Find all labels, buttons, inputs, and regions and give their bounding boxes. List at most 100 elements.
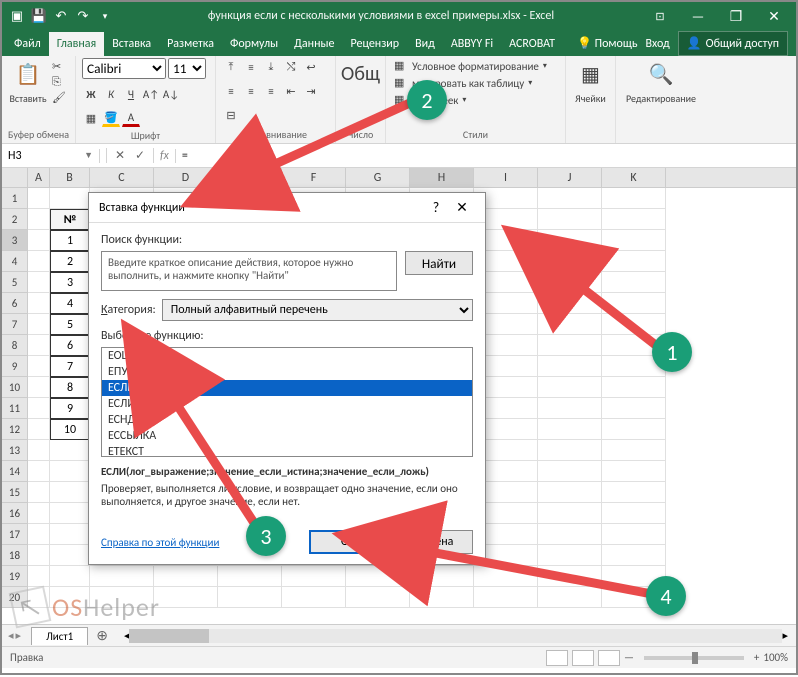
format-painter-icon[interactable]: 🖌 xyxy=(52,91,66,104)
col-header[interactable]: E xyxy=(218,168,282,187)
formula-bar[interactable]: = xyxy=(176,149,796,163)
row-header[interactable]: 15 xyxy=(2,482,28,503)
cell[interactable] xyxy=(602,461,666,482)
undo-icon[interactable]: ↶ xyxy=(52,7,70,25)
scroll-thumb[interactable] xyxy=(129,629,209,643)
cell[interactable] xyxy=(602,272,666,293)
cell[interactable] xyxy=(602,314,666,335)
tab-layout[interactable]: Разметка xyxy=(159,32,222,56)
font-name-select[interactable]: Calibri xyxy=(82,58,166,79)
editing-button[interactable]: 🔍Редактирование xyxy=(622,58,700,105)
sheet-tab[interactable]: Лист1 xyxy=(31,627,88,645)
cell[interactable] xyxy=(28,461,50,482)
cell[interactable] xyxy=(28,188,50,209)
page-break-view-button[interactable] xyxy=(598,650,620,666)
align-left-icon[interactable]: ≡ xyxy=(222,82,240,100)
italic-button[interactable]: К xyxy=(102,85,120,103)
cell[interactable] xyxy=(538,503,602,524)
cell[interactable]: 7 xyxy=(50,356,90,377)
cell[interactable] xyxy=(28,293,50,314)
bold-button[interactable]: Ж xyxy=(82,85,100,103)
cell[interactable] xyxy=(602,524,666,545)
name-box[interactable]: H3 ▼ xyxy=(2,149,100,163)
row-header[interactable]: 1 xyxy=(2,188,28,209)
grow-font-button[interactable]: A↑ xyxy=(142,85,160,103)
maximize-button[interactable]: ❐ xyxy=(718,4,754,28)
conditional-formatting-button[interactable]: ▦Условное форматирование▾ xyxy=(392,58,549,74)
row-header[interactable]: 9 xyxy=(2,356,28,377)
align-top-icon[interactable]: ⤒ xyxy=(222,58,240,76)
cell[interactable] xyxy=(602,209,666,230)
cell[interactable] xyxy=(538,587,602,608)
col-header[interactable]: D xyxy=(154,168,218,187)
cell[interactable] xyxy=(50,524,90,545)
col-header[interactable]: B xyxy=(50,168,90,187)
cell[interactable]: 8 xyxy=(50,377,90,398)
cell[interactable] xyxy=(538,524,602,545)
cell[interactable] xyxy=(474,566,538,587)
row-header[interactable]: 2 xyxy=(2,209,28,230)
redo-icon[interactable]: ↷ xyxy=(74,7,92,25)
shrink-font-button[interactable]: A↓ xyxy=(162,85,180,103)
cell[interactable] xyxy=(602,377,666,398)
accept-formula-icon[interactable]: ✓ xyxy=(133,148,147,163)
cell[interactable] xyxy=(538,440,602,461)
cell[interactable] xyxy=(28,251,50,272)
cell[interactable]: 4 xyxy=(50,293,90,314)
cell[interactable] xyxy=(28,377,50,398)
col-header[interactable]: A xyxy=(28,168,50,187)
cell[interactable] xyxy=(50,461,90,482)
cancel-button[interactable]: Отмена xyxy=(395,530,473,554)
cell[interactable] xyxy=(28,482,50,503)
cell[interactable] xyxy=(50,440,90,461)
col-header[interactable]: C xyxy=(90,168,154,187)
row-header[interactable]: 7 xyxy=(2,314,28,335)
name-box-dropdown-icon[interactable]: ▼ xyxy=(84,150,93,161)
col-header[interactable]: J xyxy=(538,168,602,187)
align-bottom-icon[interactable]: ⤓ xyxy=(262,58,280,76)
wrap-text-icon[interactable]: ↩ xyxy=(302,58,320,76)
cell[interactable] xyxy=(282,566,346,587)
col-header[interactable]: I xyxy=(474,168,538,187)
cell[interactable] xyxy=(602,482,666,503)
underline-button[interactable]: Ч xyxy=(122,85,140,103)
orientation-icon[interactable]: ⤭ xyxy=(282,58,300,76)
cell[interactable]: 10 xyxy=(50,419,90,440)
tab-review[interactable]: Рецензир xyxy=(342,32,407,56)
cell[interactable]: 1 xyxy=(50,230,90,251)
find-button[interactable]: Найти xyxy=(405,251,473,275)
cell[interactable] xyxy=(602,419,666,440)
row-header[interactable]: 18 xyxy=(2,545,28,566)
cell[interactable] xyxy=(346,566,410,587)
function-list-item[interactable]: ЕТЕКСТ xyxy=(102,444,472,457)
cell[interactable] xyxy=(90,566,154,587)
cell[interactable] xyxy=(538,461,602,482)
page-layout-view-button[interactable] xyxy=(572,650,594,666)
tab-insert[interactable]: Вставка xyxy=(104,32,159,56)
increase-indent-icon[interactable]: ⇥ xyxy=(302,82,320,100)
row-header[interactable]: 16 xyxy=(2,503,28,524)
cell[interactable]: 6 xyxy=(50,335,90,356)
cell[interactable]: 2 xyxy=(50,251,90,272)
cell[interactable] xyxy=(28,335,50,356)
cell[interactable]: 3 xyxy=(50,272,90,293)
cell[interactable] xyxy=(538,230,602,251)
cell[interactable] xyxy=(538,545,602,566)
cell[interactable] xyxy=(28,566,50,587)
cell[interactable] xyxy=(28,419,50,440)
cell[interactable] xyxy=(50,566,90,587)
borders-button[interactable]: ▦ xyxy=(82,109,100,127)
row-header[interactable]: 17 xyxy=(2,524,28,545)
cell[interactable]: 5 xyxy=(50,314,90,335)
fill-color-button[interactable]: 🪣 xyxy=(102,109,120,127)
row-header[interactable]: 8 xyxy=(2,335,28,356)
align-right-icon[interactable]: ≡ xyxy=(262,82,280,100)
dialog-help-button[interactable]: ? xyxy=(423,199,449,216)
cell[interactable] xyxy=(28,314,50,335)
cell[interactable] xyxy=(602,251,666,272)
cell[interactable] xyxy=(28,209,50,230)
tab-file[interactable]: Файл xyxy=(6,32,49,56)
search-description-input[interactable]: Введите краткое описание действия, котор… xyxy=(101,251,397,291)
function-list-item[interactable]: ЕСНД xyxy=(102,412,472,428)
zoom-in-button[interactable]: + xyxy=(754,651,759,664)
